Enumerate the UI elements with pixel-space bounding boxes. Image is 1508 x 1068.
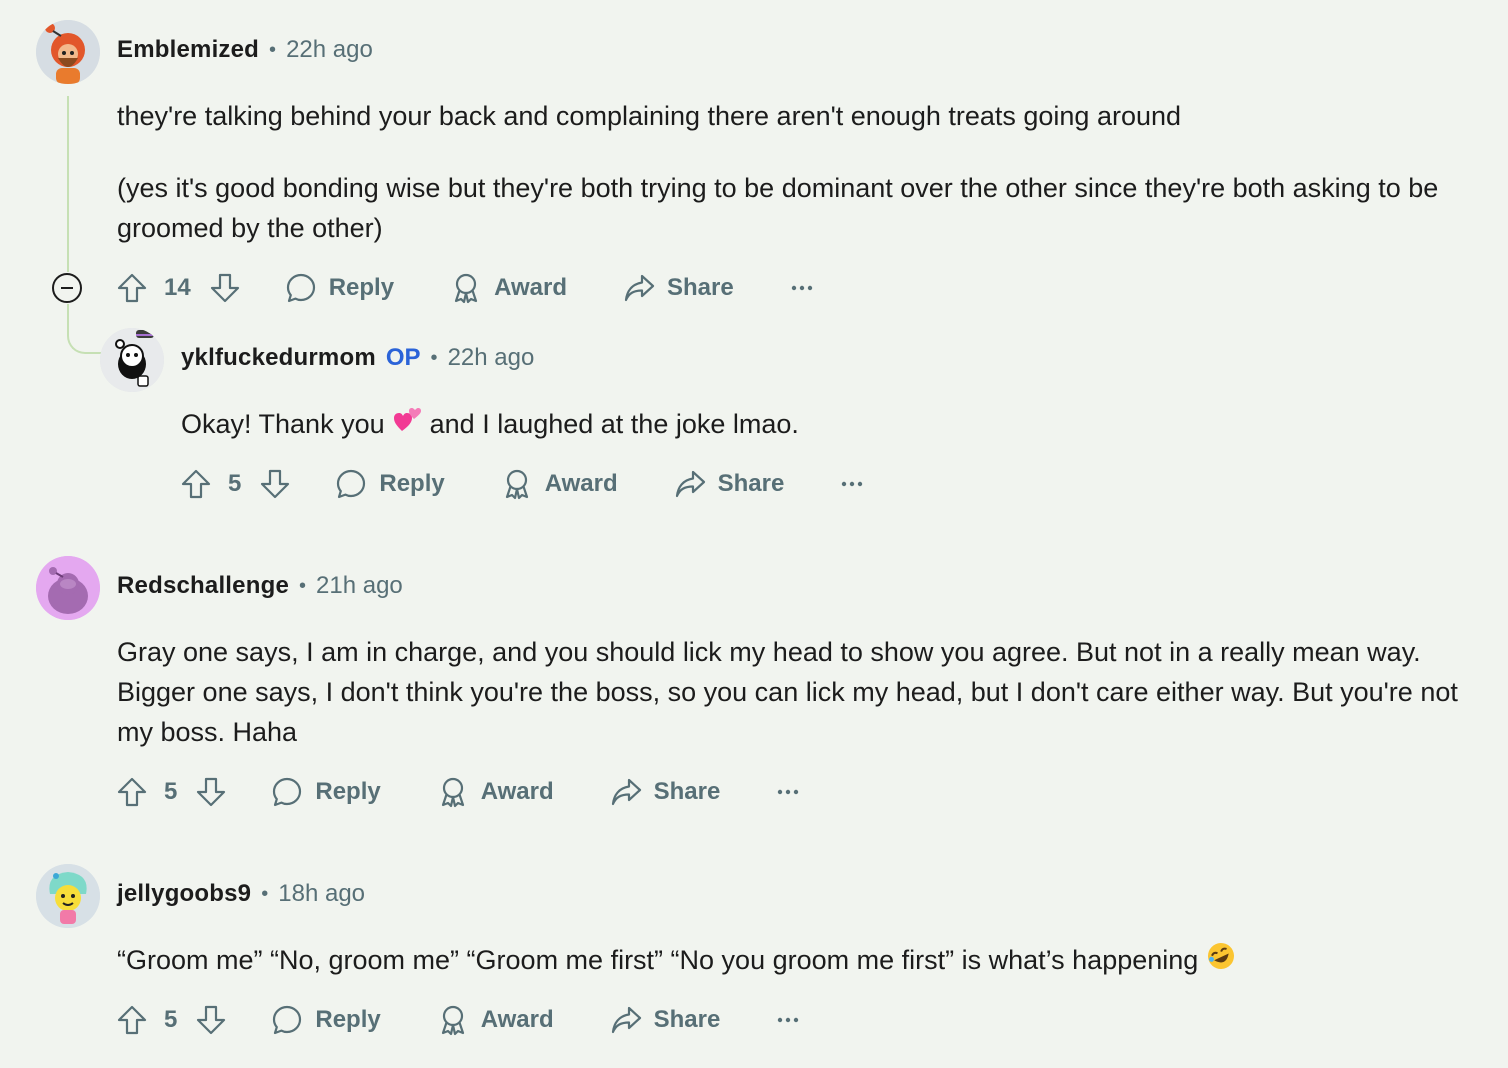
- avatar[interactable]: [36, 864, 100, 928]
- more-icon: [776, 1016, 800, 1024]
- comment-body: “Groom me” “No, groom me” “Groom me firs…: [117, 940, 1462, 982]
- more-options-button[interactable]: [776, 788, 800, 796]
- award-button[interactable]: Award: [501, 468, 618, 500]
- two-hearts-emoji: [392, 405, 422, 446]
- action-bar: 5 Reply Award Share: [116, 772, 800, 812]
- avatar[interactable]: [100, 328, 164, 392]
- separator-dot: •: [269, 38, 277, 61]
- reply-label: Reply: [315, 778, 381, 805]
- reply-icon: [335, 468, 367, 500]
- downvote-icon[interactable]: [209, 272, 241, 304]
- share-label: Share: [717, 470, 785, 497]
- action-bar: 14 Reply Award Share: [116, 268, 814, 308]
- downvote-icon[interactable]: [259, 468, 291, 500]
- separator-dot: •: [299, 574, 307, 597]
- comment-paragraph: they're talking behind your back and com…: [117, 101, 1182, 131]
- action-bar: 5 Reply Award Share: [116, 1000, 800, 1040]
- reply-label: Reply: [379, 470, 445, 497]
- share-button[interactable]: Share: [674, 468, 785, 500]
- comment-body: Gray one says, I am in charge, and you s…: [117, 632, 1462, 752]
- separator-dot: •: [430, 346, 438, 369]
- username[interactable]: Redschallenge: [117, 572, 289, 600]
- downvote-icon[interactable]: [195, 776, 227, 808]
- comment-paragraph: (yes it's good bonding wise but they're …: [117, 173, 1439, 243]
- upvote-icon[interactable]: [180, 468, 212, 500]
- comment-text: “Groom me” “No, groom me” “Groom me firs…: [117, 945, 1199, 975]
- share-label: Share: [666, 274, 734, 301]
- reply-label: Reply: [315, 1006, 381, 1033]
- vote-count: 5: [164, 778, 178, 805]
- username[interactable]: jellygoobs9: [117, 880, 251, 908]
- reply-icon: [285, 272, 317, 304]
- award-label: Award: [494, 274, 567, 301]
- award-icon: [437, 776, 469, 808]
- avatar[interactable]: [36, 20, 100, 84]
- upvote-icon[interactable]: [116, 272, 148, 304]
- award-label: Award: [480, 778, 554, 805]
- award-icon: [450, 272, 482, 304]
- share-icon: [610, 1004, 642, 1036]
- share-button[interactable]: Share: [610, 1004, 721, 1036]
- more-icon: [790, 284, 814, 292]
- reply-button[interactable]: Reply: [271, 1004, 381, 1036]
- action-bar: 5 Reply Award Share: [180, 464, 864, 504]
- separator-dot: •: [261, 882, 269, 905]
- vote-count: 5: [228, 470, 242, 497]
- award-button[interactable]: Award: [437, 776, 554, 808]
- comment-header: Redschallenge • 21h ago: [117, 572, 403, 600]
- award-icon: [501, 468, 533, 500]
- reply-button[interactable]: Reply: [271, 776, 381, 808]
- timestamp[interactable]: 22h ago: [448, 344, 535, 372]
- more-options-button[interactable]: [840, 480, 864, 488]
- comment-body: Okay! Thank you and I laughed at the jok…: [181, 404, 1441, 446]
- share-icon: [674, 468, 706, 500]
- rolling-laughing-emoji: [1206, 941, 1236, 982]
- thread-line: [67, 96, 69, 272]
- upvote-icon[interactable]: [116, 776, 148, 808]
- op-badge: OP: [385, 344, 421, 371]
- award-button[interactable]: Award: [450, 272, 567, 304]
- award-label: Award: [544, 470, 618, 497]
- share-label: Share: [653, 778, 721, 805]
- timestamp[interactable]: 18h ago: [278, 880, 365, 908]
- comment-paragraph: Gray one says, I am in charge, and you s…: [117, 637, 1458, 747]
- share-button[interactable]: Share: [610, 776, 721, 808]
- award-label: Award: [480, 1006, 554, 1033]
- collapse-icon[interactable]: [52, 273, 82, 303]
- reply-label: Reply: [328, 274, 395, 301]
- reply-icon: [271, 1004, 303, 1036]
- timestamp[interactable]: 21h ago: [316, 572, 403, 600]
- username[interactable]: yklfuckedurmom: [181, 344, 376, 372]
- comment-text: Okay! Thank you: [181, 409, 385, 439]
- share-button[interactable]: Share: [623, 272, 734, 304]
- more-options-button[interactable]: [776, 1016, 800, 1024]
- more-options-button[interactable]: [790, 284, 814, 292]
- upvote-icon[interactable]: [116, 1004, 148, 1036]
- avatar[interactable]: [36, 556, 100, 620]
- share-icon: [610, 776, 642, 808]
- comment-text: and I laughed at the joke lmao.: [429, 409, 799, 439]
- downvote-icon[interactable]: [195, 1004, 227, 1036]
- share-label: Share: [653, 1006, 721, 1033]
- vote-count: 14: [164, 274, 191, 301]
- comment-header: jellygoobs9 • 18h ago: [117, 880, 365, 908]
- award-icon: [437, 1004, 469, 1036]
- more-icon: [776, 788, 800, 796]
- timestamp[interactable]: 22h ago: [286, 36, 373, 64]
- award-button[interactable]: Award: [437, 1004, 554, 1036]
- username[interactable]: Emblemized: [117, 36, 259, 64]
- vote-count: 5: [164, 1006, 178, 1033]
- more-icon: [840, 480, 864, 488]
- comment-header: Emblemized • 22h ago: [117, 36, 373, 64]
- share-icon: [623, 272, 655, 304]
- reply-button[interactable]: Reply: [335, 468, 445, 500]
- comment-header: yklfuckedurmom OP • 22h ago: [181, 344, 534, 372]
- comment-body: they're talking behind your back and com…: [117, 96, 1447, 248]
- reply-button[interactable]: Reply: [285, 272, 394, 304]
- reply-icon: [271, 776, 303, 808]
- thread-branch-line: [67, 304, 103, 354]
